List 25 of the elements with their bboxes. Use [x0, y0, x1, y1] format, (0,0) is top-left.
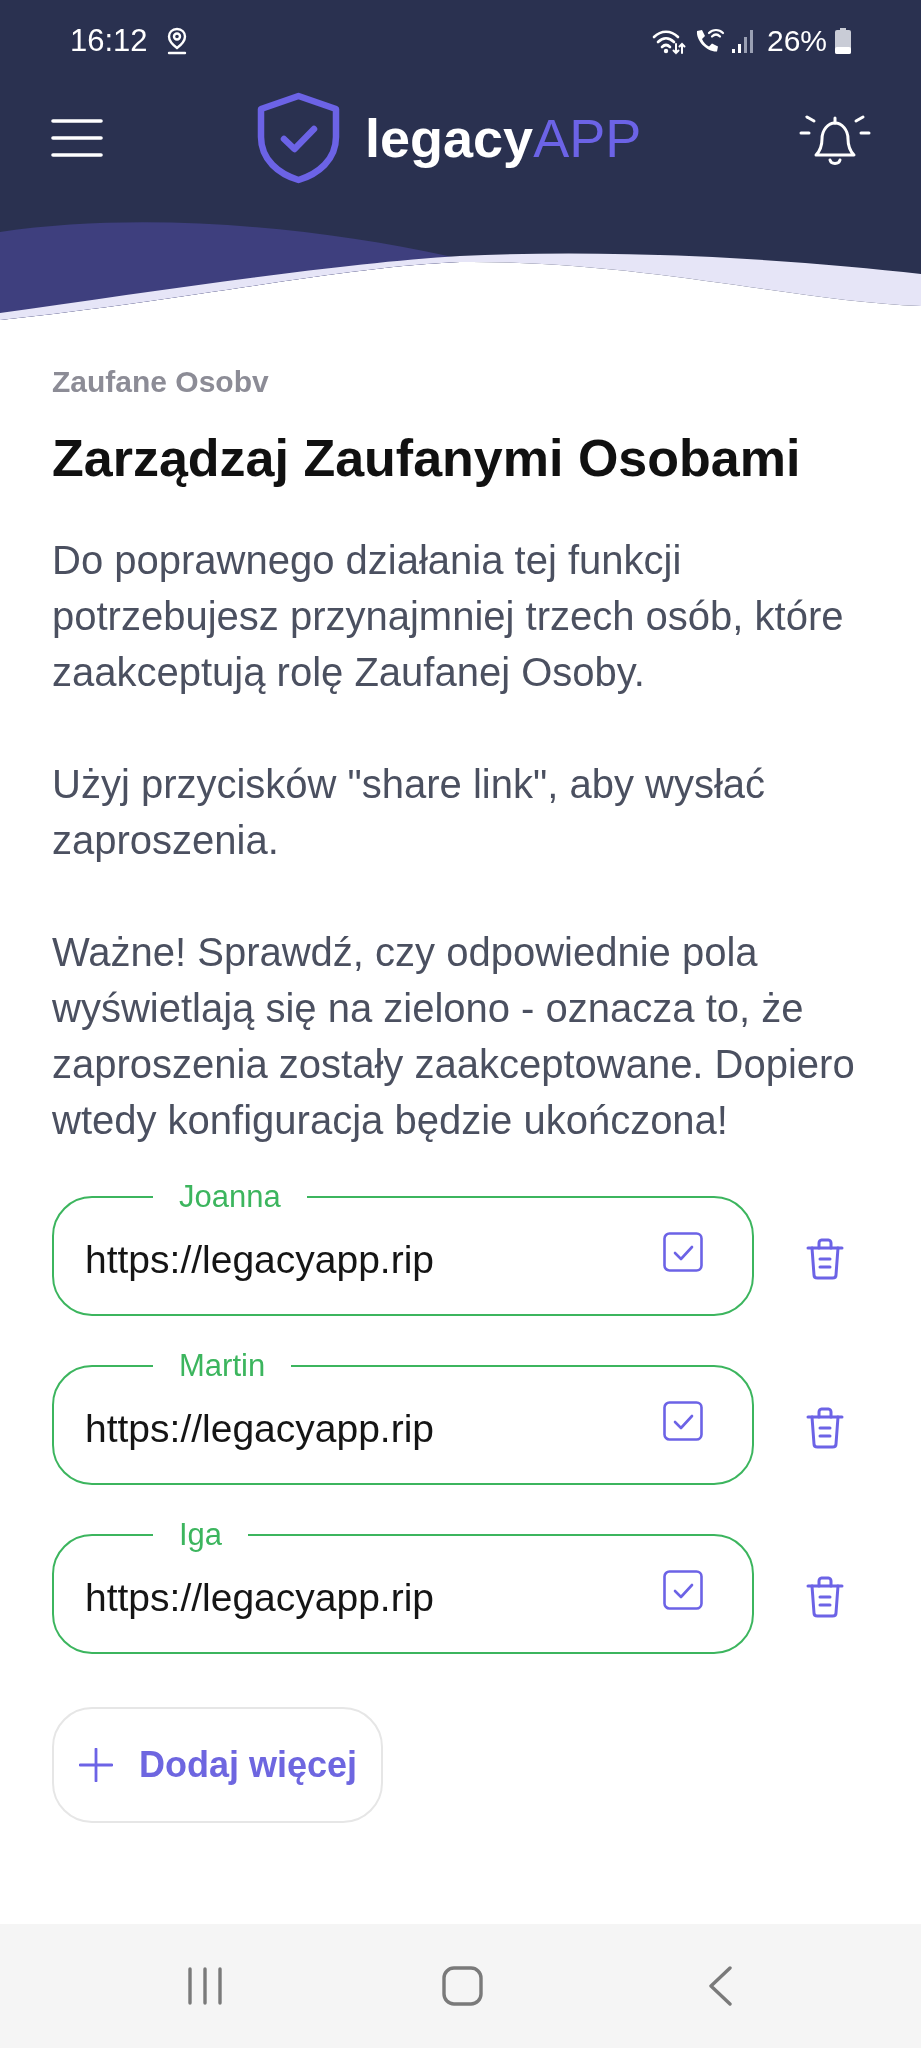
menu-icon[interactable] [51, 118, 103, 158]
add-more-button[interactable]: Dodaj więcej [52, 1707, 384, 1823]
section-label: Zaufane Osobv [52, 364, 269, 400]
paragraph: Użyj przycisków "share link", aby wysłać zaproszenia. [52, 761, 767, 864]
battery-icon [834, 27, 852, 55]
paragraph: Do poprawnego działania tej funkcji potrzebujesz przynajmniej trzech osób, które zaakceptują rolę Zaufanej Osoby. [52, 537, 845, 696]
checkbox-icon[interactable] [663, 1401, 703, 1441]
shield-check-icon [256, 92, 341, 184]
back-icon[interactable] [708, 1966, 733, 2006]
page-title: Zarządzaj Zaufanymi Osobami [52, 428, 801, 488]
trash-icon[interactable] [805, 1407, 845, 1449]
recent-apps-icon[interactable] [187, 1967, 223, 2005]
checkbox-icon[interactable] [663, 1232, 703, 1272]
status-time: 16:12 [70, 23, 148, 59]
home-icon[interactable] [442, 1966, 483, 2006]
trash-icon[interactable] [805, 1238, 845, 1280]
trash-icon[interactable] [805, 1576, 845, 1618]
paragraph: Ważne! Sprawdź, czy odpowiednie pola wyświetlają się na zielono - oznacza to, że zaproszenia zostały zaakceptowane. Dopiero wtedy konfiguracja będzie ukończona! [52, 929, 856, 1144]
checkbox-icon[interactable] [663, 1570, 703, 1610]
plus-icon [79, 1748, 113, 1782]
battery-percent: 26% [766, 23, 827, 59]
wifi-icon [651, 27, 687, 55]
signal-icon [730, 27, 755, 55]
logo-text: legacyAPP [365, 107, 642, 170]
location-icon [165, 27, 188, 55]
